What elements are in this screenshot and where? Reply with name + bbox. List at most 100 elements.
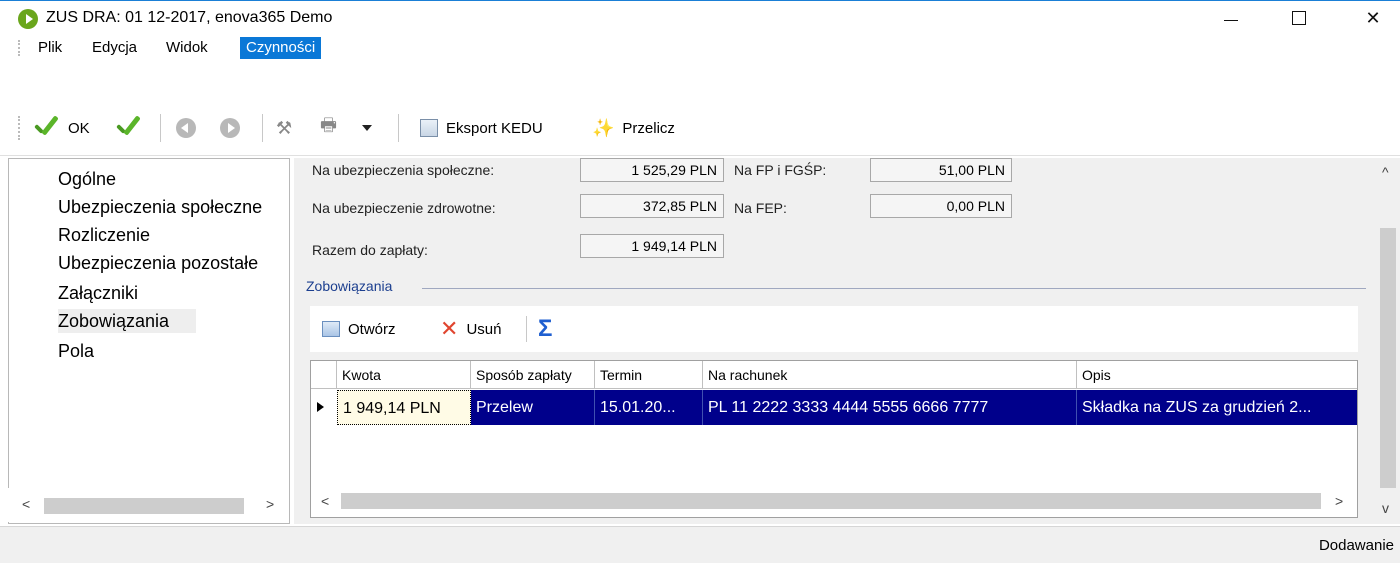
cell-due-date[interactable]: 15.01.20...	[595, 390, 703, 425]
close-button[interactable]: ✕	[1350, 1, 1396, 35]
scroll-up-icon[interactable]: ^	[1382, 164, 1389, 180]
open-document-icon	[322, 321, 340, 337]
toolbar-separator	[262, 114, 263, 142]
sigma-icon: Σ	[538, 315, 553, 342]
toolbar: OK ⚒ 🖶 Eksport KEDU ✨ Przelicz	[0, 100, 1400, 156]
toolbar-separator	[526, 316, 527, 342]
nav-item-ubezpieczenia-spoleczne[interactable]: Ubezpieczenia społeczne	[58, 195, 290, 219]
obligations-grid: Kwota Sposób zapłaty Termin Na rachunek …	[310, 360, 1358, 518]
print-button[interactable]: 🖶	[320, 100, 337, 156]
next-button[interactable]	[220, 100, 240, 156]
delete-x-icon: ✕	[440, 316, 459, 341]
group-divider	[422, 288, 1366, 289]
menu-edycja[interactable]: Edycja	[86, 37, 143, 59]
checkmark-icon	[30, 113, 60, 143]
delete-label: Usuń	[466, 320, 502, 338]
column-header-opis[interactable]: Opis	[1077, 361, 1357, 389]
nav-item-rozliczenie[interactable]: Rozliczenie	[58, 223, 290, 247]
health-insurance-label: Na ubezpieczenie zdrowotne:	[312, 200, 496, 216]
fep-label: Na FEP:	[734, 200, 787, 216]
export-icon	[420, 119, 438, 137]
health-insurance-value: 372,85 PLN	[580, 194, 724, 218]
ok-and-new-button[interactable]	[112, 100, 142, 156]
minimize-icon	[1224, 19, 1238, 21]
ok-label: OK	[68, 119, 90, 137]
toolbar-grip	[18, 116, 21, 140]
title-bar: ZUS DRA: 01 12-2017, enova365 Demo ✕	[0, 0, 1400, 34]
menu-widok[interactable]: Widok	[160, 37, 214, 59]
status-mode: Dodawanie	[1318, 537, 1394, 554]
fep-value: 0,00 PLN	[870, 194, 1012, 218]
fp-fgsp-value: 51,00 PLN	[870, 158, 1012, 182]
main-vertical-scrollbar[interactable]: ^ v	[1376, 158, 1400, 524]
app-logo-icon	[18, 9, 38, 29]
section-nav: Ogólne Ubezpieczenia społeczne Rozliczen…	[8, 158, 290, 524]
window-title: ZUS DRA: 01 12-2017, enova365 Demo	[46, 9, 333, 26]
cell-amount[interactable]: 1 949,14 PLN	[337, 390, 471, 425]
grid-header: Kwota Sposób zapłaty Termin Na rachunek …	[311, 361, 1357, 389]
magic-wand-icon: ✨	[592, 117, 615, 138]
tools-icon: ⚒	[276, 117, 293, 138]
nav-item-zobowiazania[interactable]: Zobowiązania	[58, 309, 196, 333]
cell-account[interactable]: PL 11 2222 3333 4444 5555 6666 7777	[703, 390, 1077, 425]
menu-bar: Plik Edycja Widok Czynności	[0, 34, 1400, 62]
menu-czynnosci[interactable]: Czynności	[240, 37, 322, 59]
nav-item-ubezpieczenia-pozostale[interactable]: Ubezpieczenia pozostałe	[58, 251, 290, 275]
maximize-button[interactable]	[1276, 1, 1322, 35]
nav-item-pola[interactable]: Pola	[58, 339, 290, 363]
column-header-termin[interactable]: Termin	[595, 361, 703, 389]
checkmark-icon	[112, 113, 142, 143]
print-dropdown-button[interactable]	[362, 100, 372, 156]
scroll-down-icon[interactable]: v	[1382, 500, 1389, 516]
recalculate-button[interactable]: ✨ Przelicz	[592, 100, 675, 156]
column-header-na-rachunek[interactable]: Na rachunek	[703, 361, 1077, 389]
scroll-left-icon[interactable]: <	[22, 496, 30, 512]
menu-plik[interactable]: Plik	[32, 37, 68, 59]
social-insurance-value: 1 525,29 PLN	[580, 158, 724, 182]
open-label: Otwórz	[348, 320, 396, 338]
row-header-column	[311, 361, 337, 389]
scroll-right-icon[interactable]: >	[1335, 493, 1343, 509]
nav-item-ogolne[interactable]: Ogólne	[58, 167, 290, 191]
scroll-right-icon[interactable]: >	[266, 496, 274, 512]
total-to-pay-label: Razem do zapłaty:	[312, 242, 428, 258]
nav-horizontal-scrollbar[interactable]: < >	[8, 488, 288, 522]
scrollbar-thumb[interactable]	[1380, 228, 1396, 488]
scrollbar-thumb[interactable]	[341, 493, 1321, 509]
social-insurance-label: Na ubezpieczenia społeczne:	[312, 162, 495, 178]
open-button[interactable]: Otwórz	[322, 306, 396, 352]
sum-button[interactable]: Σ	[538, 306, 552, 352]
nav-item-zalaczniki[interactable]: Załączniki	[58, 281, 290, 305]
delete-button[interactable]: ✕ Usuń	[440, 306, 501, 352]
fp-fgsp-label: Na FP i FGŚP:	[734, 162, 827, 178]
recalculate-label: Przelicz	[622, 119, 675, 137]
arrow-left-circle-icon	[176, 118, 196, 138]
cell-payment-method[interactable]: Przelew	[471, 390, 595, 425]
total-to-pay-value: 1 949,14 PLN	[580, 234, 724, 258]
arrow-right-circle-icon	[220, 118, 240, 138]
table-row[interactable]: 1 949,14 PLN Przelew 15.01.20... PL 11 2…	[311, 390, 1357, 425]
current-row-marker-icon	[317, 402, 324, 412]
menu-grip	[18, 40, 21, 56]
close-icon: ✕	[1365, 7, 1381, 28]
scrollbar-thumb[interactable]	[44, 498, 244, 514]
column-header-kwota[interactable]: Kwota	[337, 361, 471, 389]
ok-button[interactable]: OK	[30, 100, 90, 156]
obligations-toolbar: Otwórz ✕ Usuń Σ	[310, 306, 1358, 352]
export-kedu-label: Eksport KEDU	[446, 119, 543, 137]
export-kedu-button[interactable]: Eksport KEDU	[420, 100, 543, 156]
grid-horizontal-scrollbar[interactable]: < >	[311, 485, 1357, 517]
maximize-icon	[1292, 11, 1306, 25]
printer-icon: 🖶	[320, 115, 337, 135]
scroll-left-icon[interactable]: <	[321, 493, 329, 509]
previous-button[interactable]	[176, 100, 196, 156]
cell-description[interactable]: Składka na ZUS za grudzień 2...	[1077, 390, 1357, 425]
column-header-sposob-zaplaty[interactable]: Sposób zapłaty	[471, 361, 595, 389]
minimize-button[interactable]	[1208, 1, 1254, 35]
toolbar-separator	[398, 114, 399, 142]
tools-button[interactable]: ⚒	[276, 100, 292, 156]
chevron-down-icon	[362, 125, 372, 131]
toolbar-separator	[160, 114, 161, 142]
status-bar: Dodawanie	[0, 526, 1400, 563]
obligations-group-title: Zobowiązania	[306, 278, 393, 294]
